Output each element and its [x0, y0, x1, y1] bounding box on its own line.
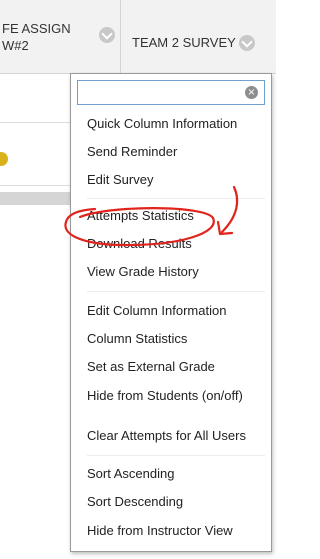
grid-row-divider	[0, 122, 70, 123]
menu-item-sort-ascending[interactable]: Sort Ascending	[87, 466, 174, 481]
column-context-menu: × Quick Column Information Send Reminder…	[70, 73, 272, 552]
column-header-label: TEAM 2 SURVEY	[132, 35, 236, 50]
status-dot-icon	[0, 152, 8, 166]
menu-divider	[87, 455, 265, 456]
column-header-label: FE ASSIGN W#2	[2, 21, 71, 53]
menu-divider	[87, 291, 265, 292]
menu-item-clear-attempts[interactable]: Clear Attempts for All Users	[87, 428, 246, 443]
menu-item-download-results[interactable]: Download Results	[87, 236, 192, 251]
chevron-down-icon[interactable]	[239, 35, 255, 51]
menu-item-sort-descending[interactable]: Sort Descending	[87, 494, 183, 509]
menu-item-quick-column-information[interactable]: Quick Column Information	[87, 116, 237, 131]
grid-row-divider	[0, 185, 70, 186]
menu-divider	[87, 198, 265, 199]
menu-item-send-reminder[interactable]: Send Reminder	[87, 144, 177, 159]
menu-item-edit-survey[interactable]: Edit Survey	[87, 172, 153, 187]
menu-item-hide-from-instructor-view[interactable]: Hide from Instructor View	[87, 523, 233, 538]
menu-item-hide-from-students[interactable]: Hide from Students (on/off)	[87, 388, 243, 403]
menu-item-attempts-statistics[interactable]: Attempts Statistics	[87, 208, 194, 223]
menu-item-view-grade-history[interactable]: View Grade History	[87, 264, 199, 279]
column-header-team-2-survey[interactable]: TEAM 2 SURVEY	[121, 0, 276, 73]
column-header-fe-assign[interactable]: FE ASSIGN W#2	[0, 0, 121, 73]
grid-row-shaded	[0, 192, 70, 205]
menu-item-column-statistics[interactable]: Column Statistics	[87, 331, 187, 346]
chevron-down-icon[interactable]	[99, 27, 115, 43]
menu-search-input[interactable]: ×	[77, 80, 265, 105]
menu-item-set-as-external-grade[interactable]: Set as External Grade	[87, 359, 215, 374]
clear-icon[interactable]: ×	[245, 86, 258, 99]
menu-item-edit-column-information[interactable]: Edit Column Information	[87, 303, 226, 318]
grade-center-header: FE ASSIGN W#2 TEAM 2 SURVEY	[0, 0, 276, 74]
